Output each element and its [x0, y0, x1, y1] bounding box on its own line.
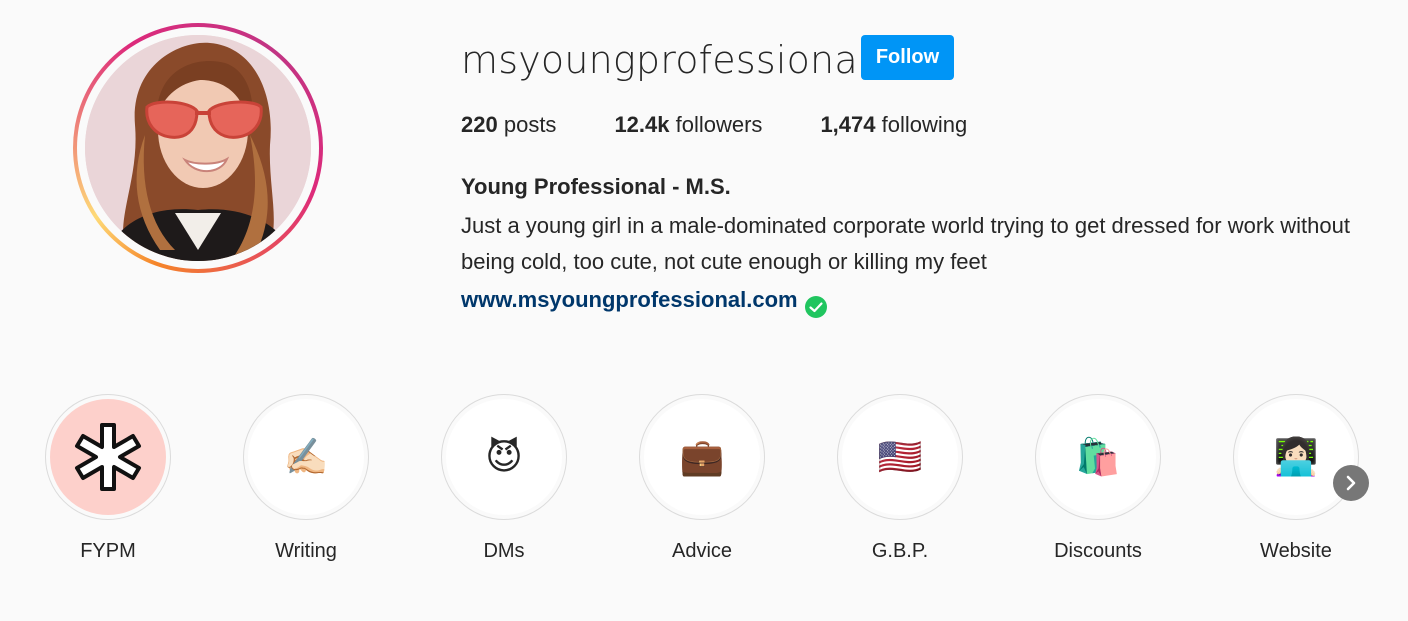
avatar-photo-illustration: [85, 35, 311, 261]
highlight-ring[interactable]: [45, 394, 171, 520]
briefcase-icon: 💼: [679, 437, 725, 478]
highlight-ring[interactable]: 👩🏻‍💻: [1233, 394, 1359, 520]
follow-button[interactable]: Follow: [861, 35, 954, 80]
highlight-ring[interactable]: 💼: [639, 394, 765, 520]
story-highlights: FYPM ✍🏻 Writing 😈 DMs 💼 Advice 🇺🇸 G.B.P.…: [0, 394, 1408, 594]
following-label: following: [881, 112, 968, 137]
profile-username: msyoungprofessional: [461, 38, 869, 82]
followers-stat[interactable]: 12.4k followers: [614, 112, 762, 138]
posts-label: posts: [503, 112, 557, 137]
following-stat[interactable]: 1,474 following: [820, 112, 967, 138]
woman-technologist-icon: 👩🏻‍💻: [1273, 437, 1319, 478]
highlight-ring[interactable]: 😈: [441, 394, 567, 520]
highlight-gbp[interactable]: 🇺🇸 G.B.P.: [837, 394, 963, 563]
highlight-discounts[interactable]: 🛍️ Discounts: [1035, 394, 1161, 563]
website-row: www.msyoungprofessional.com: [461, 281, 828, 319]
smiling-devil-icon: 😈: [485, 436, 523, 478]
profile-avatar[interactable]: [85, 35, 311, 261]
highlight-cover: ✍🏻: [248, 399, 364, 515]
posts-stat: 220 posts: [461, 112, 556, 138]
highlight-label: DMs: [483, 540, 525, 562]
highlight-ring[interactable]: 🇺🇸: [837, 394, 963, 520]
website-link[interactable]: www.msyoungprofessional.com: [461, 287, 798, 313]
shopping-bags-icon: 🛍️: [1075, 437, 1121, 478]
highlight-writing[interactable]: ✍🏻 Writing: [243, 394, 369, 563]
highlight-cover: 🛍️: [1040, 399, 1156, 515]
highlight-advice[interactable]: 💼 Advice: [639, 394, 765, 563]
profile-full-name: Young Professional - M.S.: [461, 174, 731, 199]
highlight-cover: [50, 399, 166, 515]
highlight-cover: 🇺🇸: [842, 399, 958, 515]
highlight-cover: 👩🏻‍💻: [1238, 399, 1354, 515]
following-count: 1,474: [820, 112, 876, 137]
profile-avatar-ring[interactable]: [73, 23, 323, 273]
posts-count: 220: [461, 112, 498, 137]
highlight-ring[interactable]: ✍🏻: [243, 394, 369, 520]
writing-hand-icon: ✍🏻: [283, 437, 329, 478]
asterisk-icon: [75, 423, 141, 491]
highlight-label: Website: [1260, 540, 1332, 562]
highlight-label: Advice: [671, 540, 733, 562]
highlight-label: Writing: [275, 540, 337, 562]
highlight-label: G.B.P.: [871, 540, 929, 562]
highlight-ring[interactable]: 🛍️: [1035, 394, 1161, 520]
highlights-next-button[interactable]: [1333, 465, 1369, 501]
highlight-label: FYPM: [80, 540, 136, 562]
highlight-cover: 💼: [644, 399, 760, 515]
highlight-dms[interactable]: 😈 DMs: [441, 394, 567, 563]
chevron-right-icon: [1346, 475, 1356, 491]
followers-count: 12.4k: [614, 112, 670, 137]
green-check-circle-icon: [804, 296, 827, 318]
highlight-cover: 😈: [446, 399, 562, 515]
us-flag-icon: 🇺🇸: [877, 437, 923, 478]
highlight-label: Discounts: [1054, 540, 1142, 562]
highlight-fypm[interactable]: FYPM: [45, 394, 171, 563]
profile-stats: 220 posts 12.4k followers 1,474 followin…: [461, 112, 1025, 138]
followers-label: followers: [675, 112, 763, 137]
profile-bio: Just a young girl in a male-dominated co…: [461, 213, 1350, 274]
